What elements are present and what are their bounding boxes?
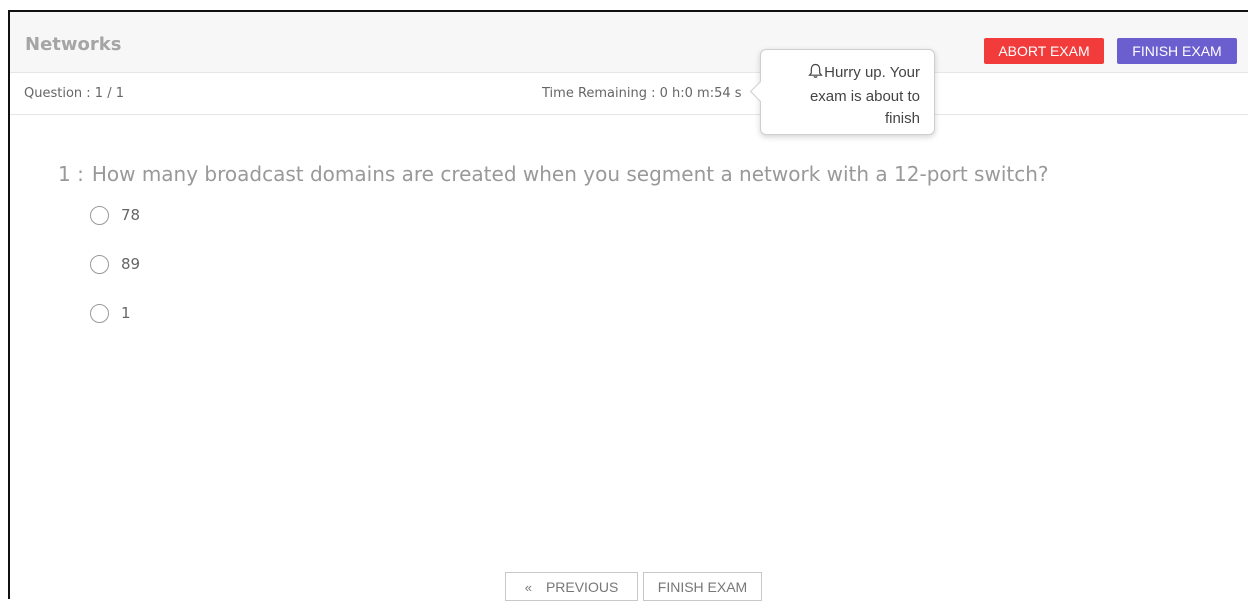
exam-window: Networks ABORT EXAM FINISH EXAM Question… xyxy=(8,10,1248,601)
exam-header: Networks ABORT EXAM FINISH EXAM xyxy=(10,12,1248,73)
option-label: 1 xyxy=(121,304,131,322)
question-counter: Question : 1 / 1 xyxy=(24,86,124,101)
tooltip-line-1: Hurry up. Your xyxy=(824,64,920,81)
answer-option[interactable]: 89 xyxy=(90,253,140,275)
radio-button[interactable] xyxy=(90,205,109,225)
option-label: 78 xyxy=(121,206,141,224)
tooltip-line-2: exam is about to xyxy=(809,88,920,105)
previous-label: PREVIOUS xyxy=(545,579,619,595)
question: 1 : How many broadcast domains are create… xyxy=(58,162,1049,186)
question-text: How many broadcast domains are created w… xyxy=(91,162,1049,186)
status-bar: Question : 1 / 1 Time Remaining : 0 h:0 … xyxy=(10,73,1248,115)
answer-option[interactable]: 1 xyxy=(90,302,131,324)
question-number: 1 : xyxy=(58,162,84,186)
bell-icon xyxy=(808,63,823,86)
radio-button[interactable] xyxy=(90,254,109,274)
previous-button[interactable]: « PREVIOUS xyxy=(505,572,638,601)
double-chevron-left-icon: « xyxy=(524,580,532,595)
option-label: 89 xyxy=(121,255,141,273)
time-remaining: Time Remaining : 0 h:0 m:54 s xyxy=(542,86,742,101)
abort-exam-button[interactable]: ABORT EXAM xyxy=(984,38,1104,64)
finish-exam-button[interactable]: FINISH EXAM xyxy=(1117,38,1237,64)
radio-button[interactable] xyxy=(90,303,109,323)
exam-title: Networks xyxy=(25,34,122,55)
answer-option[interactable]: 78 xyxy=(90,204,140,226)
time-warning-tooltip: Hurry up. Your exam is about to finish xyxy=(760,49,935,135)
tooltip-line-3: finish xyxy=(884,110,920,127)
finish-exam-bottom-button[interactable]: FINISH EXAM xyxy=(643,572,762,601)
